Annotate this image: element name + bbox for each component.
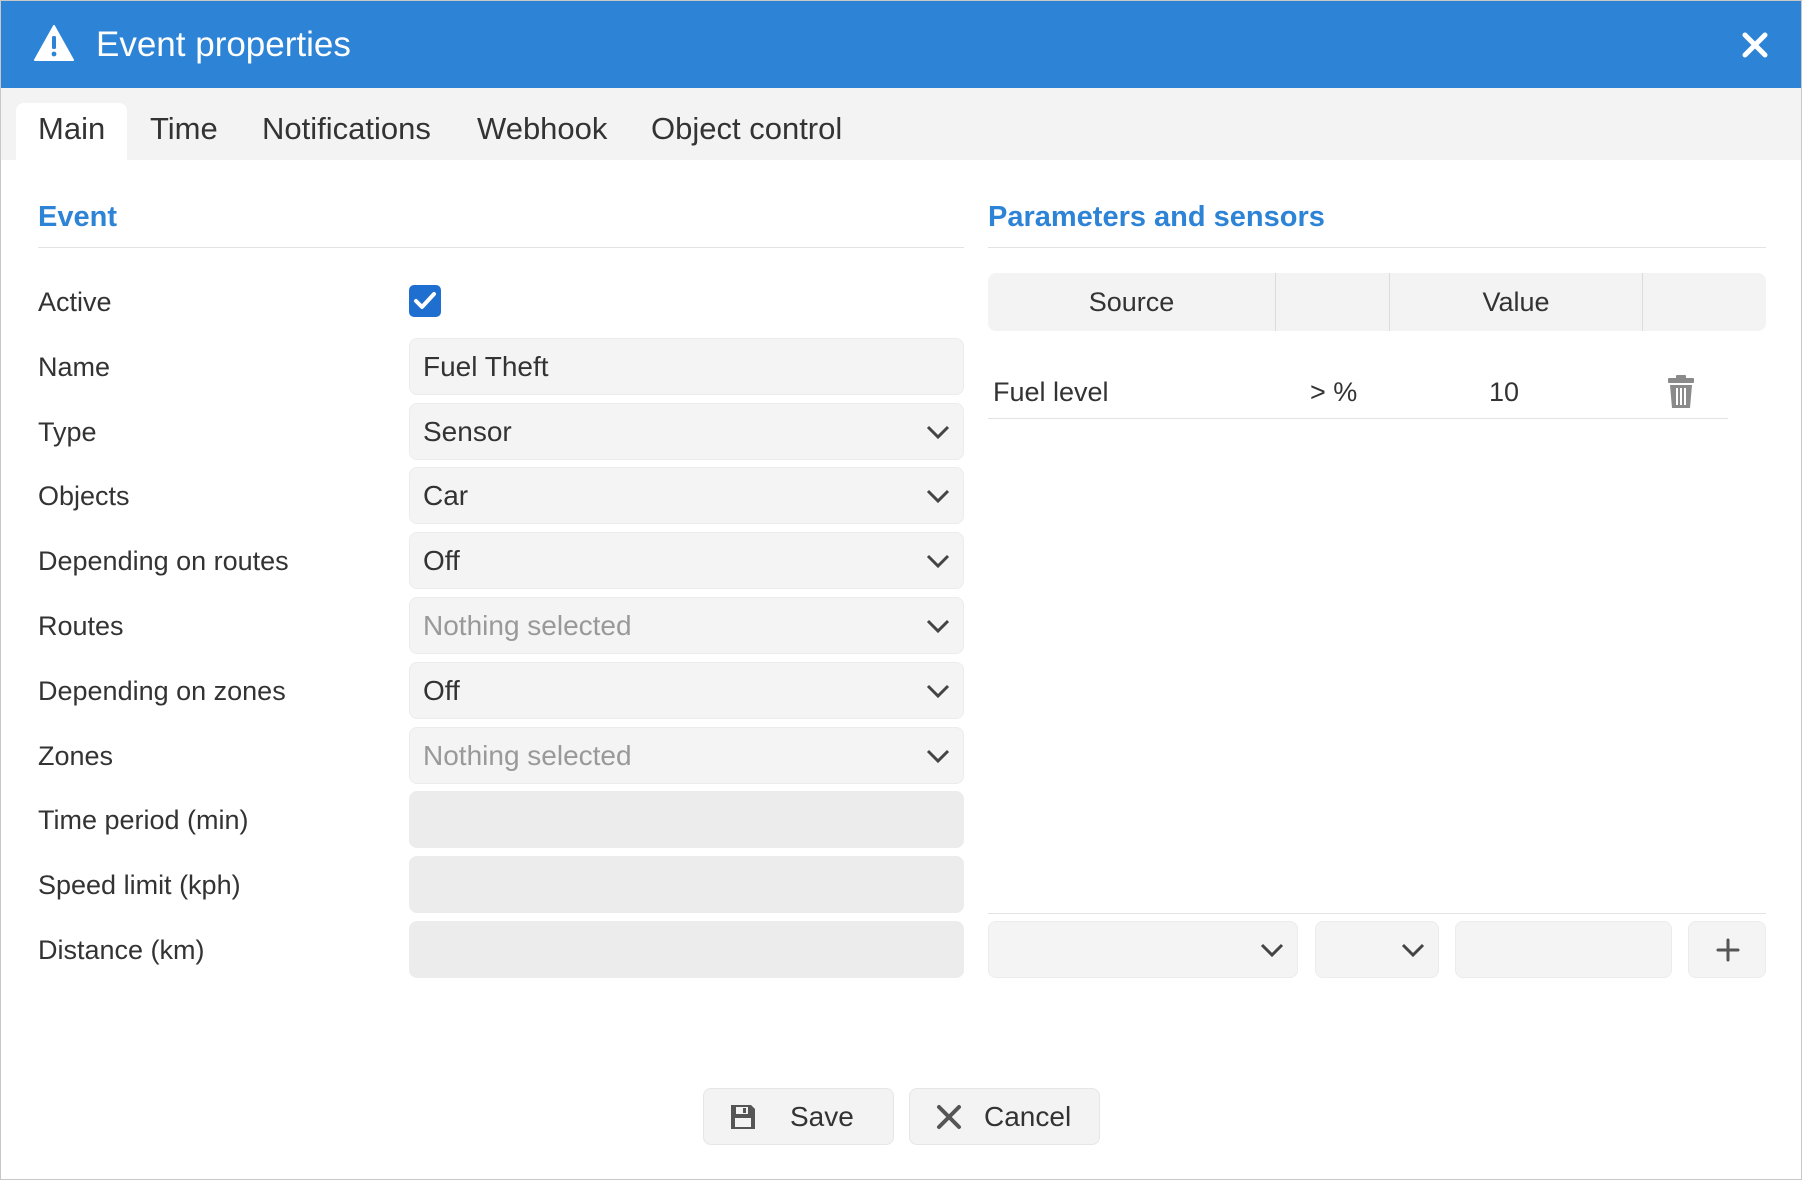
- column-header-source[interactable]: Source: [988, 273, 1275, 331]
- chevron-down-icon: [926, 619, 950, 634]
- save-button[interactable]: Save: [703, 1088, 894, 1145]
- name-value: Fuel Theft: [423, 351, 549, 382]
- tab-bar: Main Time Notifications Webhook Object c…: [1, 88, 1801, 160]
- warning-icon: [34, 25, 74, 61]
- speed-limit-label: Speed limit (kph): [38, 870, 241, 900]
- objects-value: Car: [423, 480, 469, 511]
- type-value: Sensor: [423, 416, 512, 447]
- close-icon[interactable]: [1735, 25, 1775, 65]
- speed-limit-input[interactable]: [409, 856, 964, 913]
- chevron-down-icon: [926, 684, 950, 699]
- chevron-down-icon: [926, 425, 950, 440]
- trash-icon[interactable]: [1668, 375, 1694, 409]
- zones-label: Zones: [38, 741, 114, 771]
- save-label: Save: [790, 1101, 854, 1132]
- column-header-actions: [1642, 273, 1766, 331]
- column-header-condition[interactable]: [1275, 273, 1389, 331]
- event-divider: [38, 247, 964, 248]
- time-period-input[interactable]: [409, 791, 964, 848]
- add-parameter-button[interactable]: [1688, 921, 1766, 978]
- objects-label: Objects: [38, 481, 130, 511]
- active-checkbox[interactable]: [409, 285, 441, 317]
- routes-select[interactable]: Nothing selected: [409, 597, 964, 654]
- floppy-disk-icon: [731, 1105, 755, 1129]
- cancel-label: Cancel: [984, 1101, 1072, 1132]
- check-icon: [414, 292, 436, 309]
- distance-input[interactable]: [409, 921, 964, 978]
- name-input[interactable]: Fuel Theft: [409, 338, 964, 395]
- new-value-input[interactable]: [1455, 921, 1672, 978]
- event-section-title: Event: [38, 201, 117, 233]
- event-properties-dialog: Event properties Main Time Notifications…: [0, 0, 1802, 1180]
- params-section-title: Parameters and sensors: [988, 201, 1325, 233]
- tab-main[interactable]: Main: [16, 103, 128, 160]
- new-condition-select[interactable]: [1315, 921, 1439, 978]
- add-row-divider: [988, 913, 1766, 914]
- row-source: Fuel level: [993, 377, 1109, 407]
- chevron-down-icon: [1401, 943, 1425, 958]
- zones-select[interactable]: Nothing selected: [409, 727, 964, 784]
- distance-label: Distance (km): [38, 935, 205, 965]
- objects-select[interactable]: Car: [409, 467, 964, 524]
- tab-time[interactable]: Time: [128, 103, 240, 160]
- cross-icon: [937, 1105, 961, 1129]
- row-value: 10: [1489, 377, 1520, 407]
- depending-on-routes-select[interactable]: Off: [409, 532, 964, 589]
- chevron-down-icon: [926, 489, 950, 504]
- chevron-down-icon: [1260, 943, 1284, 958]
- depending-on-routes-value: Off: [423, 545, 460, 576]
- active-label: Active: [38, 287, 112, 317]
- cancel-button[interactable]: Cancel: [909, 1088, 1100, 1145]
- table-row: Fuel level > % 10: [988, 365, 1728, 419]
- time-period-label: Time period (min): [38, 805, 249, 835]
- type-label: Type: [38, 417, 97, 447]
- dialog-title: Event properties: [96, 25, 351, 64]
- dialog-titlebar: Event properties: [1, 1, 1801, 88]
- chevron-down-icon: [926, 749, 950, 764]
- chevron-down-icon: [926, 554, 950, 569]
- tab-webhook[interactable]: Webhook: [455, 103, 629, 160]
- params-divider: [988, 247, 1766, 248]
- depending-on-zones-select[interactable]: Off: [409, 662, 964, 719]
- depending-on-zones-label: Depending on zones: [38, 676, 286, 706]
- tab-object-control[interactable]: Object control: [629, 103, 864, 160]
- row-condition: > %: [1310, 377, 1358, 407]
- new-source-select[interactable]: [988, 921, 1298, 978]
- tab-notifications[interactable]: Notifications: [240, 103, 453, 160]
- plus-icon: [1716, 938, 1740, 962]
- zones-placeholder: Nothing selected: [423, 740, 632, 771]
- column-header-value[interactable]: Value: [1389, 273, 1642, 331]
- params-table-header: Source Value: [988, 273, 1766, 331]
- routes-placeholder: Nothing selected: [423, 610, 632, 641]
- routes-label: Routes: [38, 611, 124, 641]
- depending-on-zones-value: Off: [423, 675, 460, 706]
- depending-on-routes-label: Depending on routes: [38, 546, 289, 576]
- type-select[interactable]: Sensor: [409, 403, 964, 460]
- name-label: Name: [38, 352, 111, 382]
